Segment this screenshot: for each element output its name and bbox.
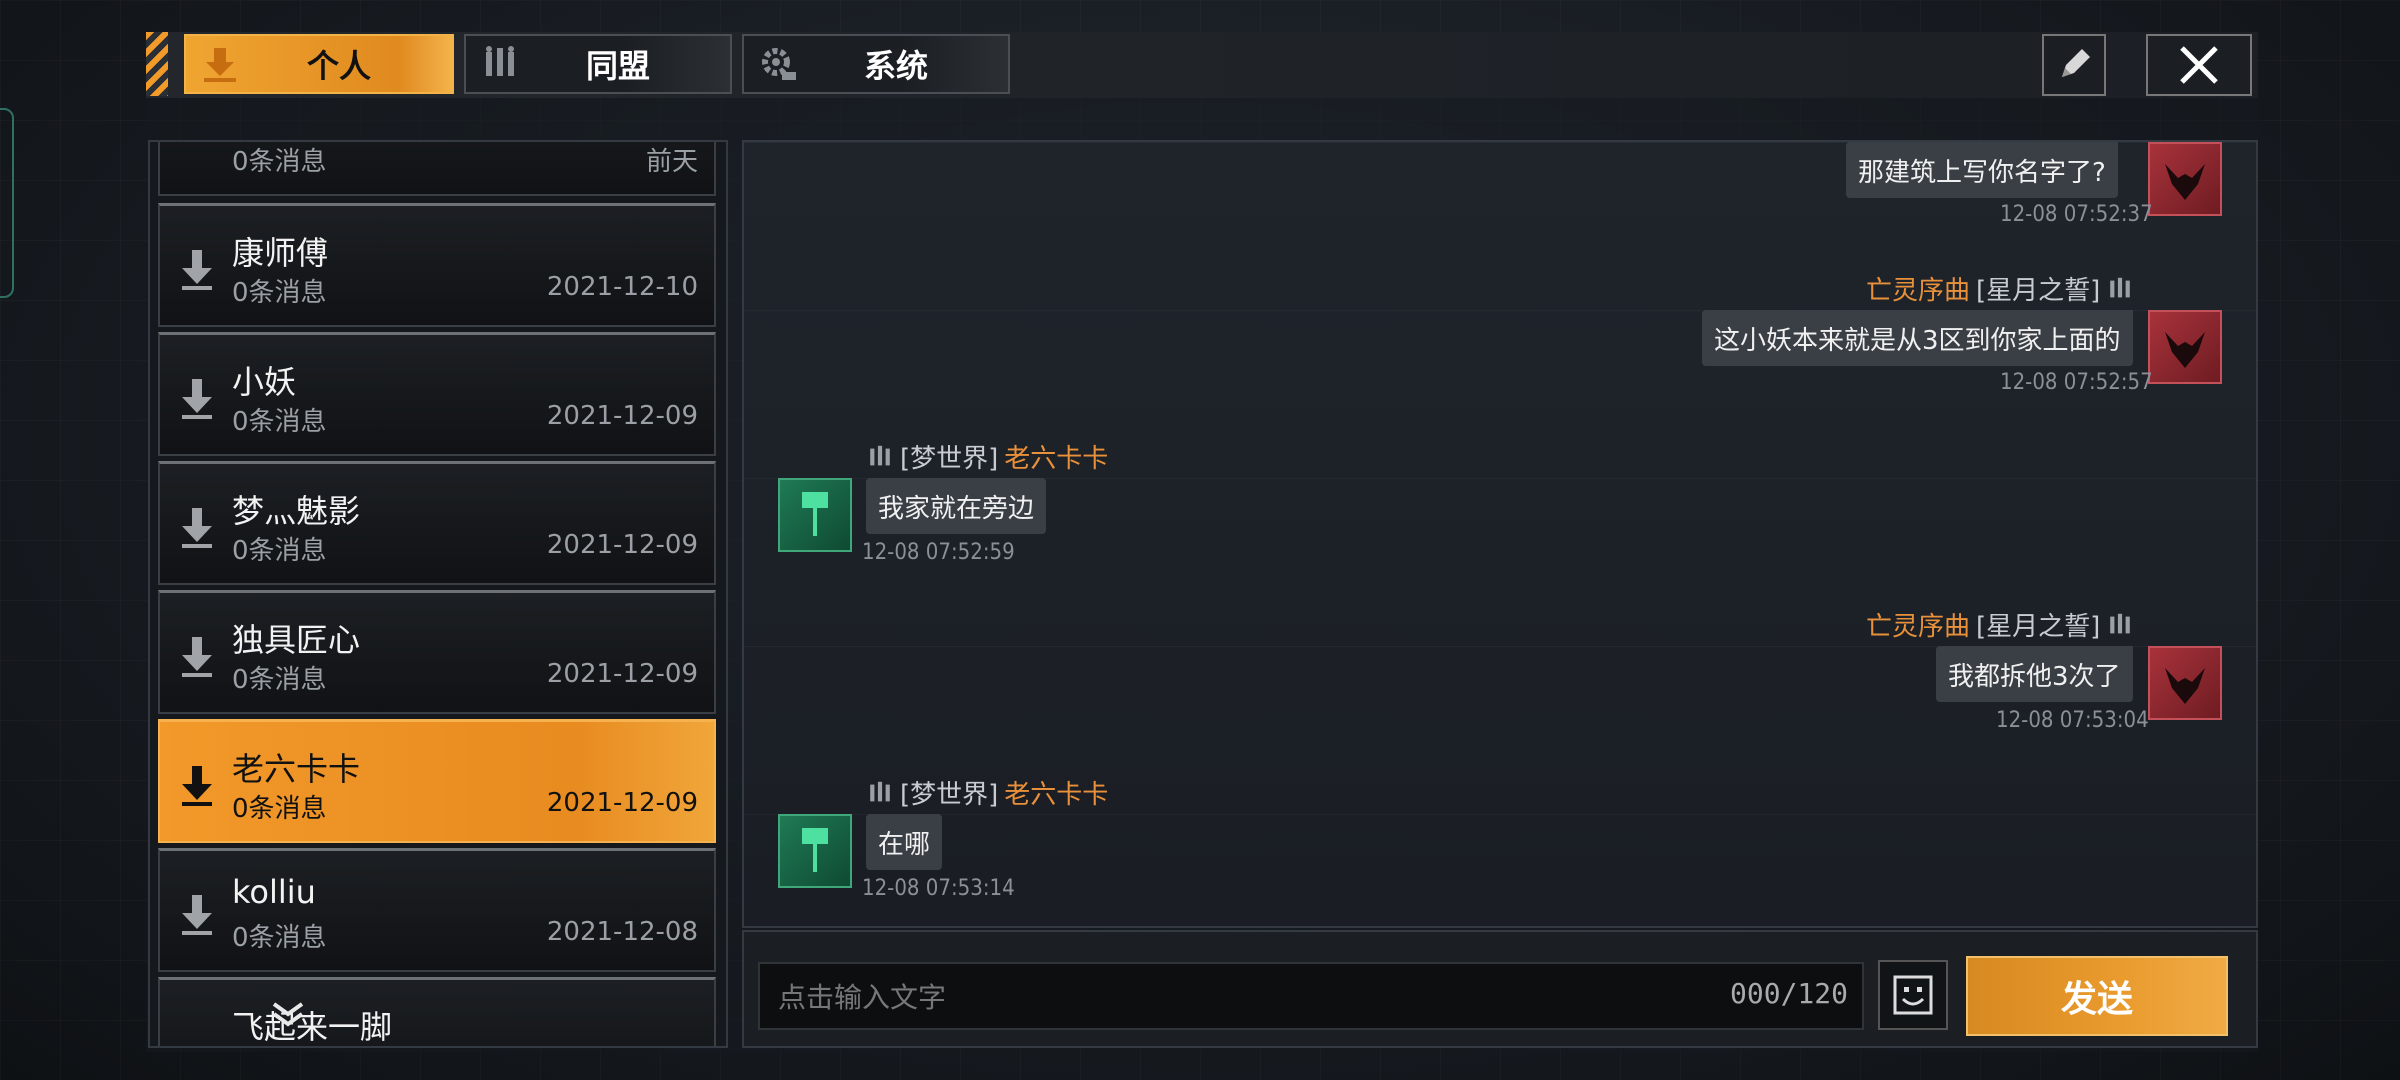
close-button[interactable] xyxy=(2146,34,2252,96)
contact-date: 前天 xyxy=(645,147,698,177)
contact-item[interactable]: kolliu 0条消息 2021-12-08 xyxy=(158,848,716,972)
contact-name: 梦灬魅影 xyxy=(232,492,361,530)
contact-date: 2021-12-08 xyxy=(546,917,698,947)
message-sender: 亡灵序曲 [星月之誓] xyxy=(1866,606,2134,643)
smiley-icon xyxy=(1893,975,1933,1015)
contact-message-count: 0条消息 xyxy=(232,407,327,437)
contact-date: 2021-12-10 xyxy=(546,272,698,302)
contact-list[interactable]: 0条消息 前天 康师傅 0条消息 2021-12-10 小妖 0条消息 2021… xyxy=(148,140,728,1048)
download-arrow-icon xyxy=(182,508,212,548)
download-arrow-icon xyxy=(182,250,212,290)
tab-alliance-label: 同盟 xyxy=(585,47,650,85)
message-bubble: 我家就在旁边 xyxy=(866,478,1047,534)
contact-date: 2021-12-09 xyxy=(546,530,698,560)
gear-icon xyxy=(758,44,798,84)
tab-alliance[interactable]: 同盟 xyxy=(464,34,732,94)
character-counter: 000/120 xyxy=(1730,977,1849,1010)
tab-personal-label: 个人 xyxy=(306,47,371,85)
message-bubble: 在哪 xyxy=(866,814,943,870)
contact-date: 2021-12-09 xyxy=(546,401,698,431)
close-icon xyxy=(2180,46,2218,84)
avatar[interactable] xyxy=(2148,142,2222,216)
message-time: 12-08 07:52:37 xyxy=(2000,202,2153,227)
message-time: 12-08 07:52:59 xyxy=(862,540,1015,565)
pixel-flag-emblem-icon xyxy=(802,828,828,872)
bull-emblem-icon xyxy=(2165,668,2205,704)
bull-emblem-icon xyxy=(2165,332,2205,368)
download-arrow-icon xyxy=(182,766,212,806)
sender-alliance: [梦世界] xyxy=(900,444,999,474)
message-input[interactable]: 点击输入文字 xyxy=(758,962,1864,1030)
send-button[interactable]: 发送 xyxy=(1966,956,2228,1036)
alliance-icon xyxy=(2110,613,2131,633)
alliance-icon xyxy=(870,781,890,801)
avatar[interactable] xyxy=(778,478,852,552)
contact-item[interactable]: 小妖 0条消息 2021-12-09 xyxy=(158,332,716,456)
contact-name: 小妖 xyxy=(232,363,297,401)
contact-item[interactable]: 飞起来一脚 xyxy=(158,977,716,1046)
contact-name: 独具匠心 xyxy=(232,621,361,659)
contact-date: 2021-12-09 xyxy=(546,788,698,818)
contact-name: kolliu xyxy=(232,873,316,911)
alliance-icon xyxy=(480,44,520,84)
contact-message-count: 0条消息 xyxy=(232,665,327,695)
contact-message-count: 0条消息 xyxy=(232,147,327,177)
download-arrow-icon xyxy=(200,44,240,84)
side-frame-decoration xyxy=(0,108,14,298)
pixel-flag-emblem-icon xyxy=(802,492,828,536)
background-ruler-decoration xyxy=(2312,340,2372,760)
alliance-icon xyxy=(2110,277,2131,297)
tab-bar-stripe-decoration xyxy=(146,32,168,96)
tab-system[interactable]: 系统 xyxy=(742,34,1010,94)
tab-system-label: 系统 xyxy=(863,47,928,85)
sender-name: 老六卡卡 xyxy=(1004,780,1109,810)
message-sender: [梦世界] 老六卡卡 xyxy=(866,438,1108,475)
download-arrow-icon xyxy=(182,637,212,677)
download-arrow-icon xyxy=(182,379,212,419)
send-button-label: 发送 xyxy=(2060,979,2133,1020)
contact-item[interactable]: 梦灬魅影 0条消息 2021-12-09 xyxy=(158,461,716,585)
contact-item[interactable]: 独具匠心 0条消息 2021-12-09 xyxy=(158,590,716,714)
message-input-placeholder: 点击输入文字 xyxy=(778,981,947,1014)
avatar[interactable] xyxy=(2148,310,2222,384)
emoji-button[interactable] xyxy=(1878,960,1948,1030)
pencil-icon xyxy=(2062,49,2090,77)
message-time: 12-08 07:53:14 xyxy=(862,876,1015,901)
bull-emblem-icon xyxy=(2165,164,2205,200)
contact-date: 2021-12-09 xyxy=(546,659,698,689)
contact-name: 康师傅 xyxy=(232,234,329,272)
sender-name: 亡灵序曲 xyxy=(1866,276,1971,306)
contact-message-count: 0条消息 xyxy=(232,278,327,308)
message-bubble: 那建筑上写你名字了? xyxy=(1846,142,2118,198)
contact-item-selected[interactable]: 老六卡卡 0条消息 2021-12-09 xyxy=(158,719,716,843)
contact-name: 飞起来一脚 xyxy=(232,1008,393,1046)
top-tab-bar xyxy=(146,32,2258,98)
sender-name: 亡灵序曲 xyxy=(1866,612,1971,642)
sender-alliance: [梦世界] xyxy=(900,780,999,810)
message-sender: [梦世界] 老六卡卡 xyxy=(866,774,1108,811)
sender-name: 老六卡卡 xyxy=(1004,444,1109,474)
contact-item[interactable]: 0条消息 前天 xyxy=(158,142,716,196)
message-time: 12-08 07:53:04 xyxy=(1996,708,2149,733)
message-time: 12-08 07:52:57 xyxy=(2000,370,2153,395)
download-arrow-icon xyxy=(182,895,212,935)
tab-personal[interactable]: 个人 xyxy=(184,34,454,94)
contact-message-count: 0条消息 xyxy=(232,794,327,824)
contact-message-count: 0条消息 xyxy=(232,536,327,566)
message-bubble: 我都拆他3次了 xyxy=(1936,646,2133,702)
message-bubble: 这小妖本来就是从3区到你家上面的 xyxy=(1702,310,2133,366)
alliance-icon xyxy=(870,445,890,465)
contact-message-count: 0条消息 xyxy=(232,923,327,953)
edit-button[interactable] xyxy=(2042,34,2106,96)
sender-alliance: [星月之誓] xyxy=(1976,276,2101,306)
avatar[interactable] xyxy=(2148,646,2222,720)
sender-alliance: [星月之誓] xyxy=(1976,612,2101,642)
contact-name: 老六卡卡 xyxy=(232,750,361,788)
avatar[interactable] xyxy=(778,814,852,888)
contact-item[interactable]: 康师傅 0条消息 2021-12-10 xyxy=(158,203,716,327)
message-sender: 亡灵序曲 [星月之誓] xyxy=(1866,270,2134,307)
scroll-down-chevron-icon[interactable] xyxy=(268,1000,308,1030)
